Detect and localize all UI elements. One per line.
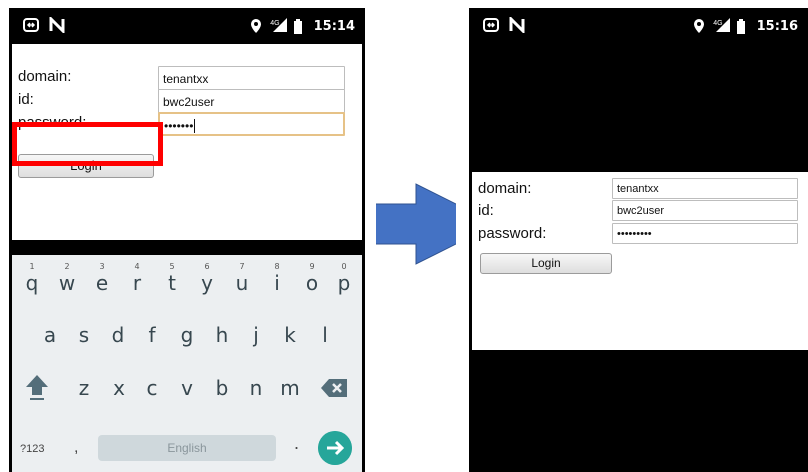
status-bar: 4G 15:14 [9, 8, 365, 44]
period-key[interactable]: . [294, 433, 299, 454]
key-n[interactable]: n [240, 364, 272, 408]
key-t[interactable]: 5t [156, 259, 188, 303]
transition-arrow [376, 183, 456, 265]
id-input[interactable]: bwc2user [612, 200, 798, 221]
password-input[interactable]: ••••••••• [612, 223, 798, 244]
key-y[interactable]: 6y [191, 259, 223, 303]
cellular-signal-icon [273, 18, 288, 32]
status-time: 15:16 [756, 18, 798, 34]
key-m[interactable]: m [274, 364, 306, 408]
key-w[interactable]: 2w [51, 259, 83, 303]
shift-icon[interactable] [22, 372, 52, 402]
key-f[interactable]: f [136, 311, 168, 355]
password-value: ••••••• [164, 119, 194, 133]
key-x[interactable]: x [103, 364, 135, 408]
id-label: id: [478, 202, 494, 219]
key-i[interactable]: 8i [261, 259, 293, 303]
spacebar[interactable]: English [98, 435, 276, 461]
cellular-signal-icon [716, 18, 731, 32]
soft-keyboard: 1q 2w 3e 4r 5t 6y 7u 8i 9o 0p a s d f g … [12, 255, 362, 472]
keyboard-row-4: ?123 , English . [12, 425, 362, 469]
comma-key[interactable]: , [74, 439, 78, 457]
key-l[interactable]: l [309, 311, 341, 355]
text-caret [194, 119, 196, 133]
battery-icon [736, 19, 745, 34]
key-g[interactable]: g [171, 311, 203, 355]
screen-cast-icon [483, 18, 499, 32]
key-j[interactable]: j [240, 311, 272, 355]
key-q[interactable]: 1q [16, 259, 48, 303]
keyboard-row-2: a s d f g h j k l [12, 311, 362, 355]
key-k[interactable]: k [274, 311, 306, 355]
status-bar: 4G 15:16 [469, 8, 808, 44]
login-highlight-box [12, 122, 163, 166]
key-a[interactable]: a [34, 311, 66, 355]
screen-cast-icon [23, 18, 39, 32]
key-o[interactable]: 9o [296, 259, 328, 303]
enter-arrow-icon[interactable] [318, 431, 352, 465]
status-time: 15:14 [313, 18, 355, 34]
key-u[interactable]: 7u [226, 259, 258, 303]
login-webview: domain: tenantxx id: bwc2user password: … [472, 172, 808, 350]
symbols-key[interactable]: ?123 [20, 443, 44, 455]
domain-label: domain: [18, 68, 72, 85]
key-r[interactable]: 4r [121, 259, 153, 303]
n-notification-icon [49, 17, 65, 33]
key-e[interactable]: 3e [86, 259, 118, 303]
n-notification-icon [509, 17, 525, 33]
domain-input[interactable]: tenantxx [612, 178, 798, 199]
id-input[interactable]: bwc2user [158, 89, 345, 113]
id-label: id: [18, 91, 34, 108]
key-h[interactable]: h [206, 311, 238, 355]
key-z[interactable]: z [68, 364, 100, 408]
battery-icon [293, 19, 302, 34]
key-p[interactable]: 0p [328, 259, 360, 303]
location-pin-icon [694, 19, 705, 33]
key-c[interactable]: c [136, 364, 168, 408]
keyboard-row-3: z x c v b n m [12, 364, 362, 408]
password-input[interactable]: ••••••• [158, 112, 345, 136]
password-label: password: [478, 225, 547, 242]
domain-input[interactable]: tenantxx [158, 66, 345, 90]
keyboard-row-1: 1q 2w 3e 4r 5t 6y 7u 8i 9o 0p [12, 259, 362, 303]
key-v[interactable]: v [171, 364, 203, 408]
key-b[interactable]: b [206, 364, 238, 408]
key-d[interactable]: d [102, 311, 134, 355]
key-s[interactable]: s [68, 311, 100, 355]
phone-after: 4G 15:16 domain: tenantxx id: bwc2user p… [469, 8, 808, 472]
login-button[interactable]: Login [480, 253, 612, 274]
location-pin-icon [251, 19, 262, 33]
phone-before: 4G 15:14 domain: tenantxx id: bwc2user p… [9, 8, 365, 472]
domain-label: domain: [478, 180, 532, 197]
backspace-icon[interactable] [320, 374, 350, 404]
password-row: password: ••••••••• [472, 223, 808, 249]
